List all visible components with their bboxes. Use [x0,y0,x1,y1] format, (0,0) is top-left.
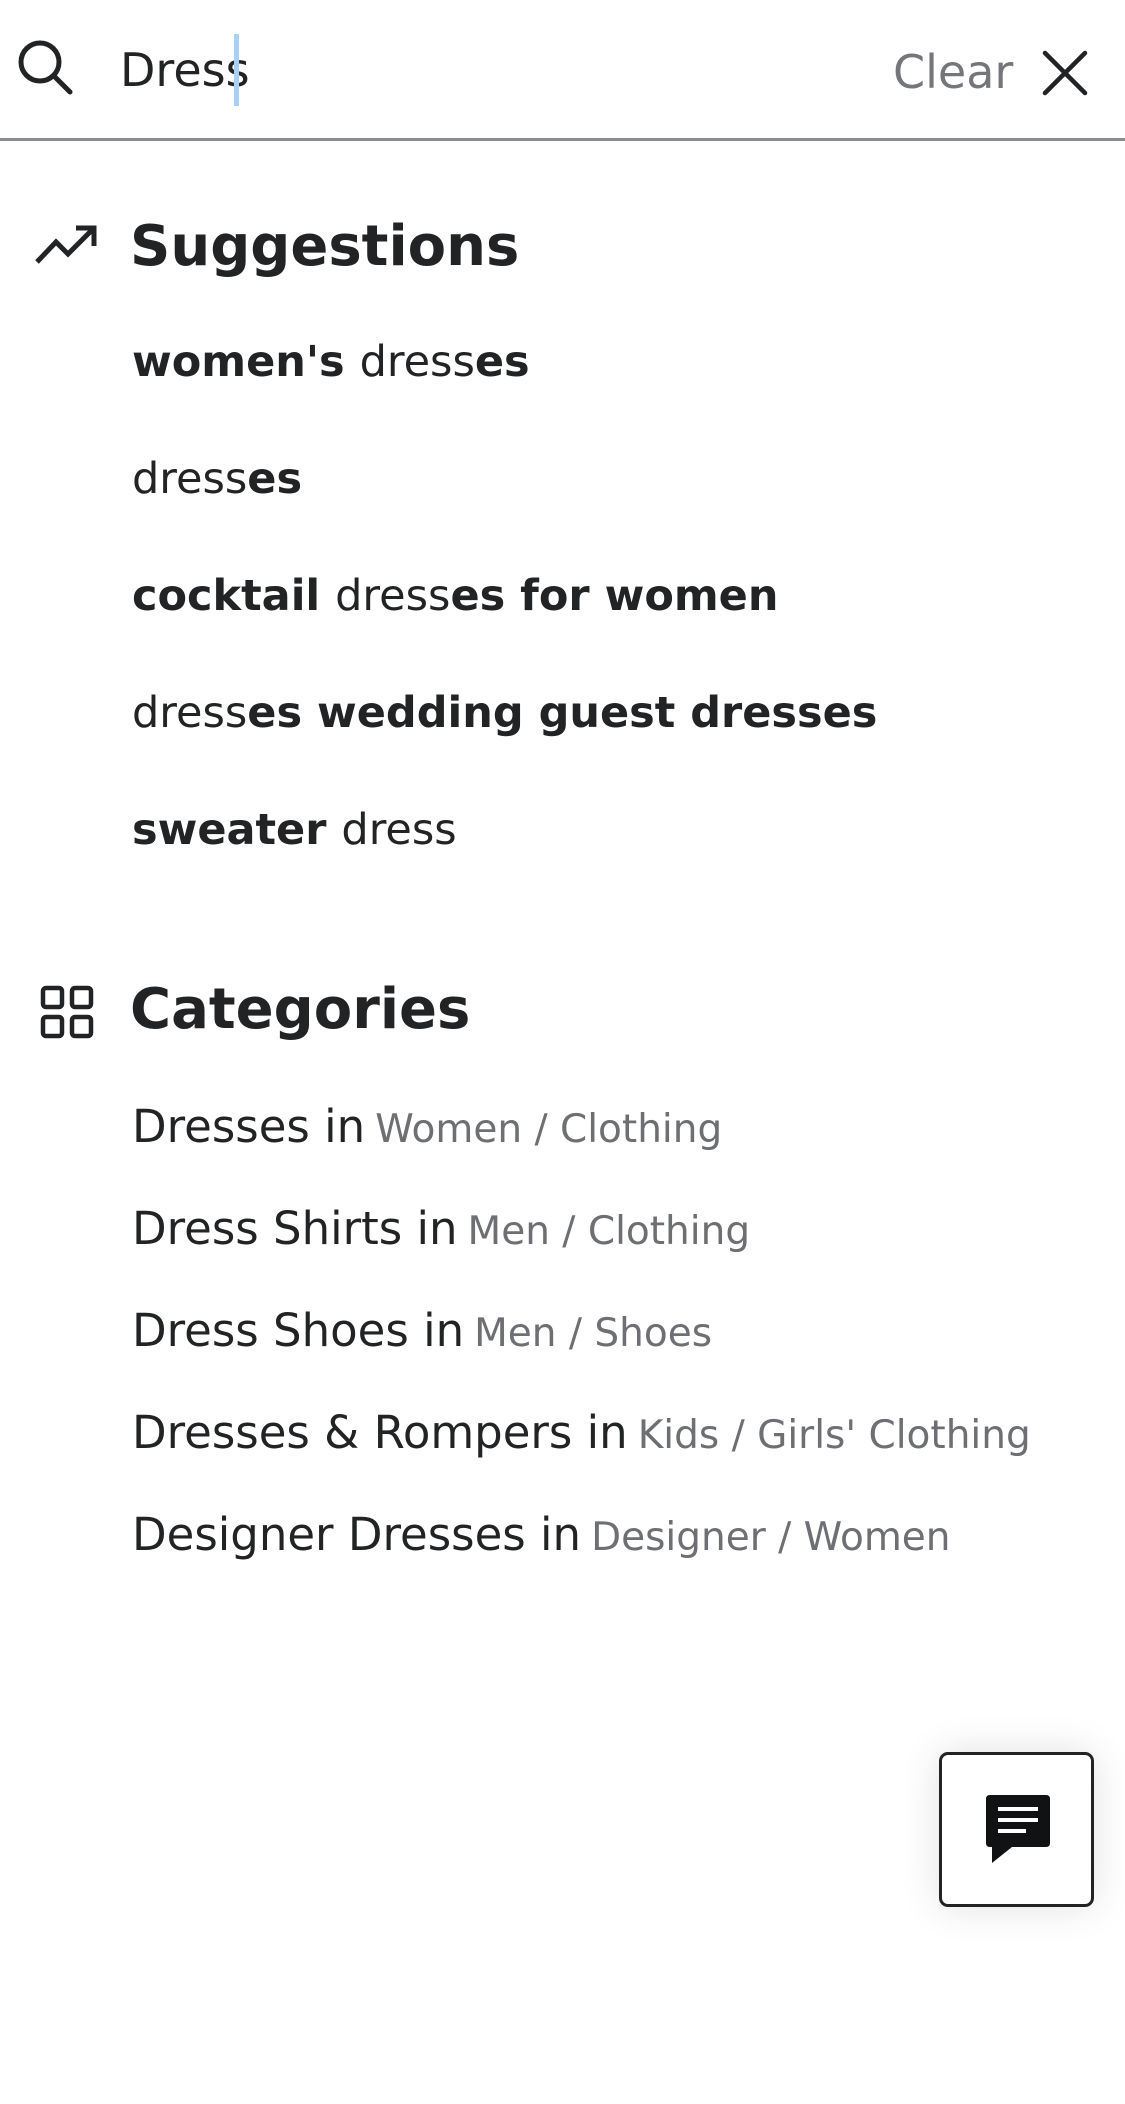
suggestion-item[interactable]: women's dresses [132,332,530,392]
suggestion-text: dress [359,337,475,387]
category-path: Designer / Women [591,1515,951,1560]
category-path: Women / Clothing [375,1107,723,1152]
category-name: Dress Shirts in [132,1202,458,1255]
category-path: Men / Shoes [474,1311,713,1356]
suggestion-text: dress [335,571,451,621]
category-item[interactable]: Dresses in Women / Clothing [132,1096,722,1161]
suggestion-item[interactable]: sweater dress [132,800,457,860]
trending-up-icon [35,225,97,264]
suggestion-item[interactable]: dresses wedding guest dresses [132,683,877,743]
category-path: Men / Clothing [467,1209,751,1254]
category-item[interactable]: Dresses & Rompers in Kids / Girls' Clothi… [132,1402,1031,1467]
category-name: Designer Dresses in [132,1508,582,1561]
suggestion-text-bold: es for women [450,571,779,621]
suggestion-text-bold: es [474,337,530,387]
category-item[interactable]: Designer Dresses in Designer / Women [132,1504,951,1569]
suggestion-text-bold: es [247,454,303,504]
category-item[interactable]: Dress Shoes in Men / Shoes [132,1300,712,1365]
chat-icon [986,1795,1050,1863]
categories-heading: Categories [130,977,471,1042]
search-bar: Clear [0,0,1125,141]
close-icon[interactable] [1040,48,1090,98]
suggestion-text-bold: es wedding guest dresses [247,688,878,738]
text-cursor [234,34,239,106]
suggestion-text: dress [132,688,248,738]
category-name: Dress Shoes in [132,1304,465,1357]
category-name: Dresses in [132,1100,366,1153]
category-name: Dresses & Rompers in [132,1406,628,1459]
suggestion-item[interactable]: cocktail dresses for women [132,566,778,626]
category-path: Kids / Girls' Clothing [637,1413,1031,1458]
suggestions-heading: Suggestions [130,214,520,279]
suggestion-text: dress [132,454,248,504]
suggestion-text-bold: sweater [132,805,342,855]
search-icon[interactable] [14,36,76,98]
suggestion-text: dress [341,805,457,855]
suggestion-text-bold: cocktail [132,571,336,621]
search-input[interactable] [120,34,840,106]
grid-icon [40,985,94,1039]
suggestion-text-bold: women's [132,337,360,387]
clear-button[interactable]: Clear [893,42,1013,102]
chat-button[interactable] [939,1752,1094,1907]
category-item[interactable]: Dress Shirts in Men / Clothing [132,1198,750,1263]
suggestion-item[interactable]: dresses [132,449,302,509]
